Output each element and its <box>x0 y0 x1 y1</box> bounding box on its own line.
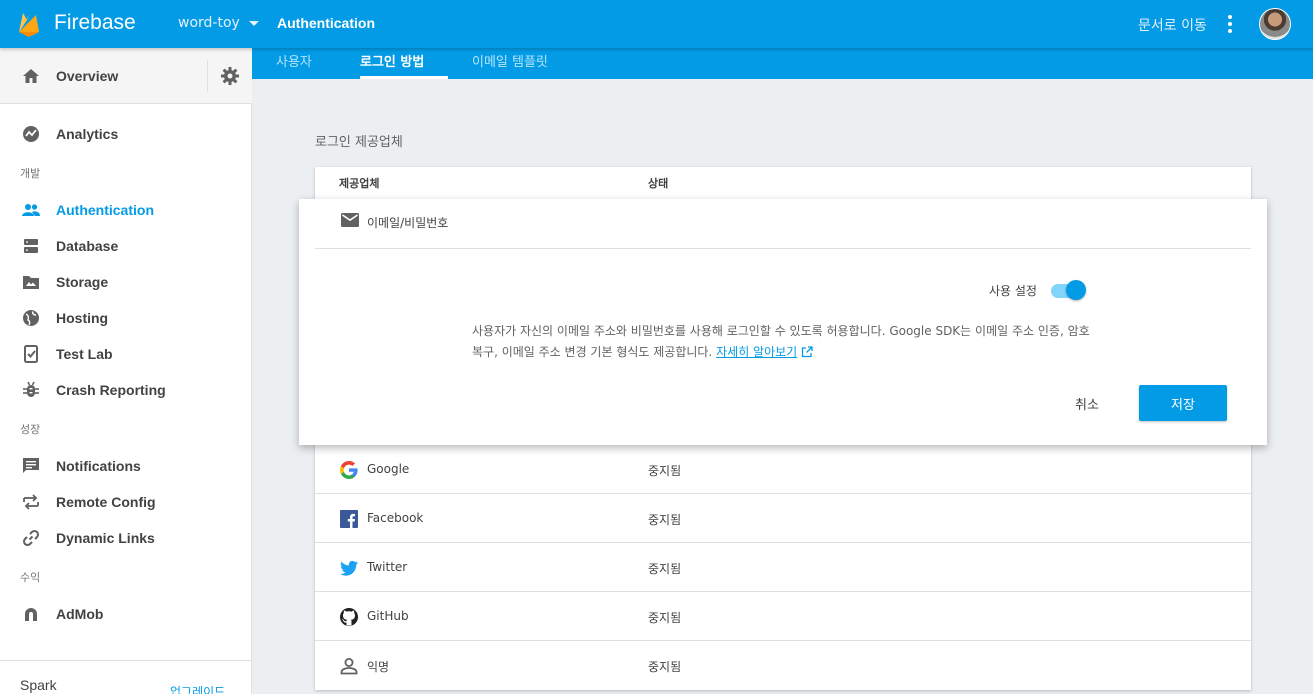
sidebar-item-notifications[interactable]: Notifications <box>0 448 252 484</box>
analytics-icon <box>23 126 39 142</box>
tab-email-templates[interactable]: 이메일 템플릿 <box>472 51 548 79</box>
sidebar-item-crash-reporting[interactable]: Crash Reporting <box>0 372 252 408</box>
sidebar-item-label: AdMob <box>56 606 104 622</box>
github-icon <box>340 608 358 626</box>
table-row[interactable]: Twitter 중지됨 <box>315 543 1251 592</box>
brand-name[interactable]: Firebase <box>54 11 136 35</box>
gear-icon[interactable] <box>220 66 240 86</box>
globe-icon <box>23 310 39 326</box>
group-label-earn: 수익 <box>20 571 41 584</box>
divider <box>315 248 1251 249</box>
table-row[interactable]: 익명 중지됨 <box>315 641 1251 690</box>
project-selector[interactable]: word-toy <box>178 15 259 31</box>
provider-name: GitHub <box>367 609 409 623</box>
provider-name: 익명 <box>367 660 390 674</box>
facebook-icon <box>340 510 358 528</box>
cancel-button[interactable]: 취소 <box>1059 385 1115 421</box>
enable-toggle[interactable] <box>1051 280 1087 300</box>
provider-name: Facebook <box>367 511 424 525</box>
column-header-provider: 제공업체 <box>339 177 380 190</box>
sidebar-item-label: Test Lab <box>56 346 113 362</box>
sidebar-item-label: Notifications <box>56 458 141 474</box>
sidebar-item-label: Crash Reporting <box>56 382 166 398</box>
sidebar-item-label: Authentication <box>56 202 154 218</box>
page-title: Authentication <box>277 15 375 31</box>
person-icon <box>340 658 358 675</box>
provider-name: 이메일/비밀번호 <box>367 216 449 230</box>
provider-status: 중지됨 <box>648 660 682 674</box>
group-label-develop: 개발 <box>20 167 41 180</box>
open-in-new-icon[interactable] <box>801 346 813 358</box>
provider-status: 중지됨 <box>648 513 682 527</box>
more-vert-icon[interactable] <box>1222 13 1238 35</box>
test-lab-icon <box>24 345 38 363</box>
toggle-knob <box>1066 280 1086 300</box>
sidebar-item-overview[interactable]: Overview <box>0 58 252 94</box>
project-name: word-toy <box>178 15 240 31</box>
provider-name: Twitter <box>367 560 408 574</box>
tab-sign-in-method[interactable]: 로그인 방법 <box>360 51 424 79</box>
divider <box>207 60 208 92</box>
tab-users[interactable]: 사용자 <box>276 51 312 79</box>
message-icon <box>23 458 39 473</box>
sidebar-item-dynamic-links[interactable]: Dynamic Links <box>0 520 252 556</box>
provider-status: 중지됨 <box>648 611 682 625</box>
upgrade-link[interactable]: 업그레이드 <box>170 683 225 694</box>
docs-link[interactable]: 문서로 이동 <box>1138 15 1207 35</box>
enable-toggle-label: 사용 설정 <box>989 284 1037 298</box>
storage-icon <box>23 276 39 289</box>
sidebar-item-label: Storage <box>56 274 109 290</box>
email-password-provider-card: 이메일/비밀번호 사용 설정 사용자가 자신의 이메일 주소와 비밀번호를 사용… <box>299 199 1267 445</box>
learn-more-link[interactable]: 자세히 알아보기 <box>716 345 797 359</box>
plan-footer: Spark 업그레이드 <box>0 660 252 694</box>
save-button[interactable]: 저장 <box>1139 385 1227 421</box>
sidebar-item-admob[interactable]: AdMob <box>0 596 252 632</box>
provider-status: 중지됨 <box>648 464 682 478</box>
table-row[interactable]: Google 중지됨 <box>315 445 1251 494</box>
sidebar: Overview Analytics 개발 Authentication Dat… <box>0 48 252 694</box>
chevron-down-icon <box>248 20 259 26</box>
provider-name: Google <box>367 462 410 476</box>
sidebar-item-analytics[interactable]: Analytics <box>0 116 252 152</box>
twitter-icon <box>340 560 358 576</box>
sidebar-item-test-lab[interactable]: Test Lab <box>0 336 252 372</box>
database-icon <box>24 239 38 253</box>
tab-bar: 사용자 로그인 방법 이메일 템플릿 <box>252 48 1313 79</box>
sidebar-item-storage[interactable]: Storage <box>0 264 252 300</box>
section-heading: 로그인 제공업체 <box>315 135 403 150</box>
bug-icon <box>23 381 39 397</box>
sidebar-item-hosting[interactable]: Hosting <box>0 300 252 336</box>
sidebar-item-database[interactable]: Database <box>0 228 252 264</box>
home-icon <box>23 69 39 83</box>
provider-status: 중지됨 <box>648 562 682 576</box>
top-app-bar: Firebase word-toy Authentication 문서로 이동 <box>0 0 1313 48</box>
sidebar-item-label: Dynamic Links <box>56 530 155 546</box>
sidebar-item-label: Database <box>56 238 119 254</box>
group-label-grow: 성장 <box>20 423 41 436</box>
provider-description: 사용자가 자신의 이메일 주소와 비밀번호를 사용해 로그인할 수 있도록 허용… <box>472 321 1102 363</box>
column-header-status: 상태 <box>648 177 669 190</box>
firebase-logo-icon[interactable] <box>18 11 40 37</box>
sidebar-item-label: Overview <box>56 68 119 84</box>
active-tab-indicator <box>360 76 448 79</box>
sidebar-item-label: Remote Config <box>56 494 156 510</box>
sidebar-overview-row: Overview <box>0 48 252 104</box>
sidebar-item-remote-config[interactable]: Remote Config <box>0 484 252 520</box>
google-icon <box>340 461 358 479</box>
people-icon <box>22 204 40 216</box>
remote-config-icon <box>23 494 39 510</box>
sidebar-item-authentication[interactable]: Authentication <box>0 192 252 228</box>
link-icon <box>22 529 40 547</box>
sidebar-item-label: Analytics <box>56 126 119 142</box>
sidebar-item-label: Hosting <box>56 310 109 326</box>
avatar[interactable] <box>1259 8 1291 40</box>
email-icon <box>341 213 359 227</box>
plan-name: Spark <box>20 677 57 693</box>
admob-icon <box>25 608 37 621</box>
table-row[interactable]: Facebook 중지됨 <box>315 494 1251 543</box>
table-row[interactable]: GitHub 중지됨 <box>315 592 1251 641</box>
